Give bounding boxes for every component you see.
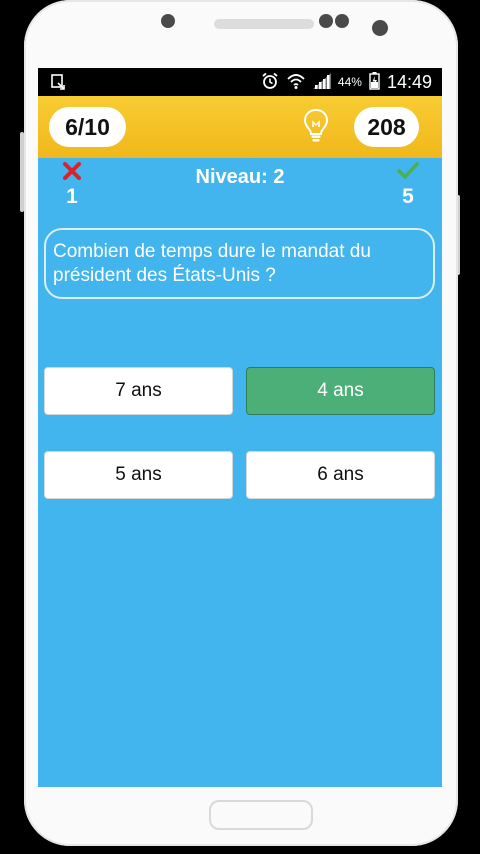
home-button[interactable]: [209, 800, 313, 830]
correct-count: 5: [402, 185, 414, 208]
quiz-header: 6/10 208: [38, 96, 442, 158]
score-counter: 208: [354, 107, 419, 147]
battery-charging-icon: [369, 71, 380, 93]
question-text: Combien de temps dure le mandat du prési…: [44, 228, 435, 299]
app-screen: 44% 14:49 6/10 208 1 Niveau: 2 5 Combien…: [38, 68, 442, 787]
download-notification-icon: [50, 74, 66, 95]
alarm-icon: [261, 72, 279, 93]
answer-button-1[interactable]: 7 ans: [44, 367, 233, 415]
sensor-dot: [161, 14, 175, 28]
checkmark-icon: [397, 162, 419, 184]
front-camera: [372, 20, 388, 36]
answer-button-2[interactable]: 4 ans: [246, 367, 435, 415]
sensor-dot: [319, 14, 333, 28]
answer-button-4[interactable]: 6 ans: [246, 451, 435, 499]
hint-lightbulb-icon[interactable]: [303, 108, 329, 149]
correct-answers: 5: [396, 162, 420, 209]
question-progress: 6/10: [49, 107, 126, 147]
signal-icon: [312, 72, 331, 92]
clock: 14:49: [386, 71, 432, 92]
answer-stats: 1 Niveau: 2 5: [38, 160, 442, 210]
answer-button-3[interactable]: 5 ans: [44, 451, 233, 499]
status-bar: 44% 14:49: [38, 68, 442, 96]
wifi-icon: [286, 72, 306, 93]
sensor-dot: [335, 14, 349, 28]
level-label: Niveau: 2: [195, 166, 285, 188]
battery-percent: 44%: [337, 75, 362, 89]
earpiece-speaker: [214, 19, 314, 29]
